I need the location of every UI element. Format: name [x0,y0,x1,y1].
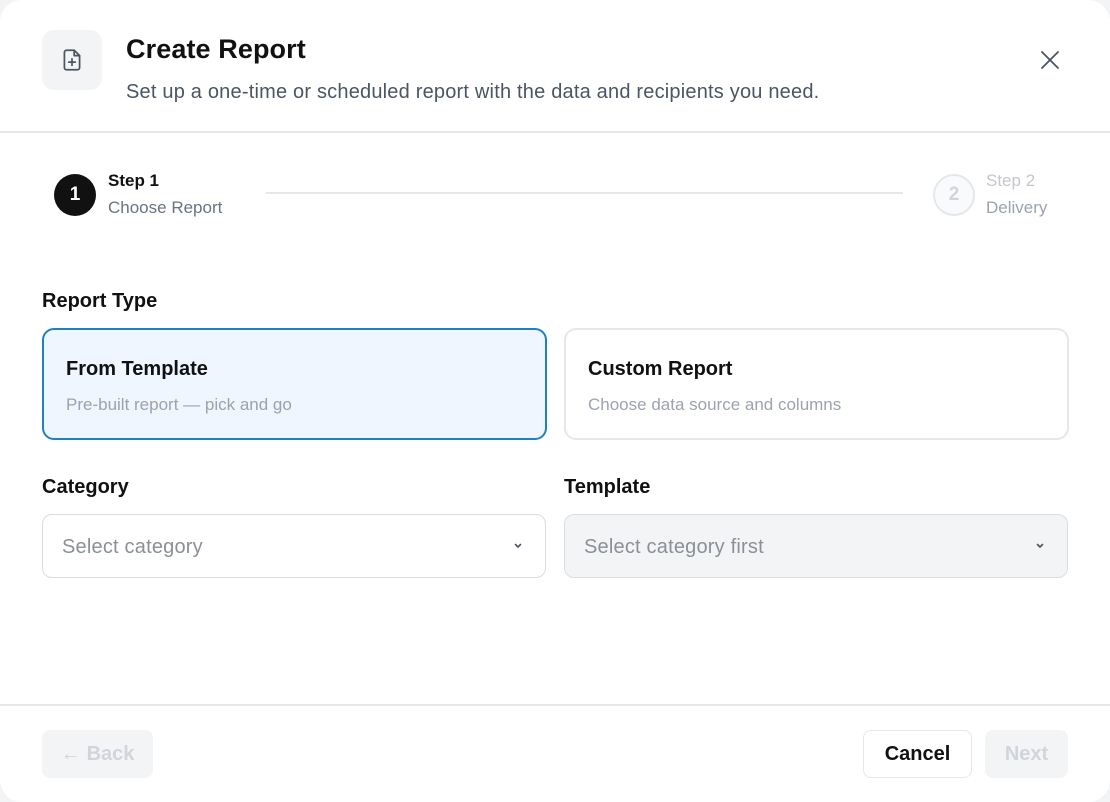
back-button[interactable]: ← Back [42,730,153,778]
create-report-dialog: Create Report Set up a one-time or sched… [0,0,1110,802]
step-2-title: Step 2 [986,171,1036,190]
category-select[interactable]: Select category [42,514,546,578]
cancel-button-label: Cancel [884,742,951,765]
close-button[interactable] [1032,42,1068,78]
step-1-title: Step 1 [108,171,160,190]
chevron-down-icon [514,543,522,548]
template-label: Template [564,476,651,498]
step-1-indicator: 1 [54,174,96,216]
dialog-title: Create Report [126,34,306,64]
step-1-subtitle: Choose Report [108,198,223,217]
file-plus-icon [42,30,102,90]
chevron-down-icon [1036,543,1044,548]
close-icon [1041,51,1059,69]
from-template-option[interactable]: From Template Pre-built report — pick an… [42,328,547,440]
step-2-subtitle: Delivery [986,198,1048,217]
cancel-button[interactable]: Cancel [863,730,972,778]
report-type-label: Report Type [42,290,158,312]
custom-report-option[interactable]: Custom Report Choose data source and col… [564,328,1069,440]
next-button[interactable]: Next [985,730,1068,778]
option-title: Custom Report [588,358,733,380]
step-2-indicator: 2 [933,174,975,216]
option-description: Pre-built report — pick and go [66,395,292,414]
template-placeholder: Select category first [584,536,764,558]
template-select[interactable]: Select category first [564,514,1068,578]
next-button-label: Next [1004,742,1049,765]
stepper-connector [266,192,903,194]
dialog-subtitle: Set up a one-time or scheduled report wi… [126,81,820,103]
option-description: Choose data source and columns [588,395,842,414]
option-title: From Template [66,358,208,380]
dialog-header: Create Report Set up a one-time or sched… [0,0,1110,133]
back-button-label: Back [86,742,135,765]
category-placeholder: Select category [62,536,203,558]
category-label: Category [42,476,129,498]
arrow-left-icon: ← [60,742,81,765]
